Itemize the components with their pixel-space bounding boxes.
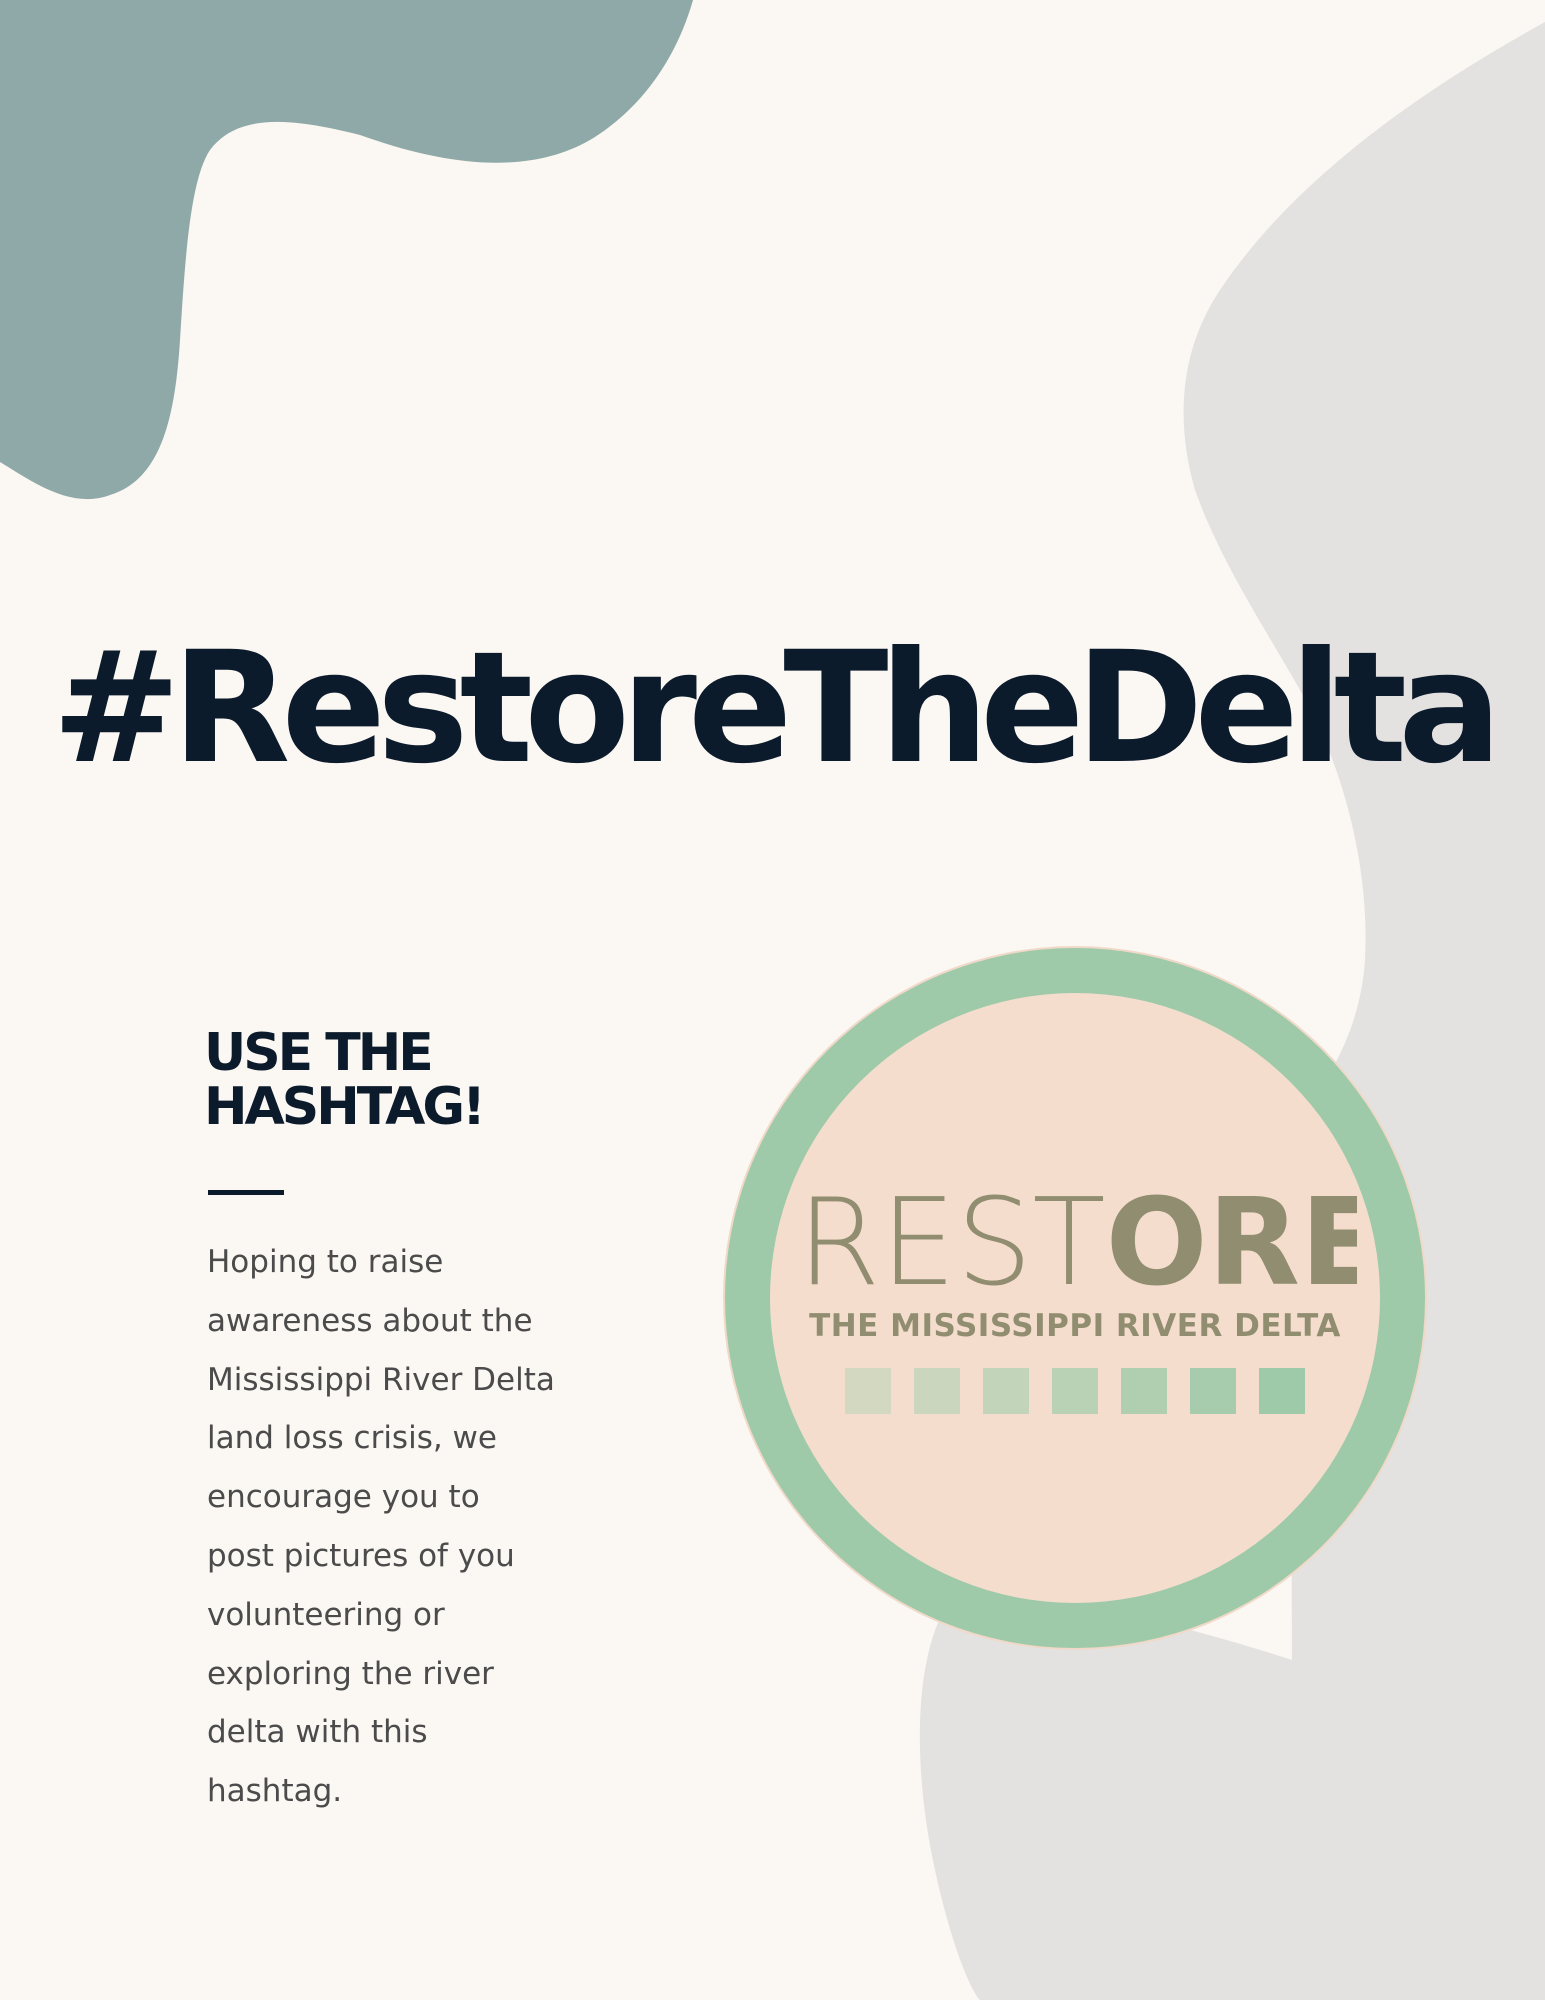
section-heading: USE THE HASHTAG! [204, 1023, 486, 1137]
logo-square [1121, 1368, 1167, 1414]
poster-page: #RestoreTheDelta USE THE HASHTAG! Hoping… [0, 0, 1545, 2000]
body-paragraph: Hoping to raise awareness about the Miss… [207, 1244, 555, 1810]
hashtag-title: #RestoreTheDelta [51, 619, 1502, 798]
logo-square [1190, 1368, 1236, 1414]
logo-square [1259, 1368, 1305, 1414]
logo-face [770, 993, 1380, 1603]
logo-word-bold: ORE [1106, 1184, 1357, 1294]
logo-square [983, 1368, 1029, 1414]
logo-square [914, 1368, 960, 1414]
logo-square [845, 1368, 891, 1414]
logo-square [1052, 1368, 1098, 1414]
svg-text:RESTORE: RESTORE [797, 1184, 1357, 1294]
logo-square-row [845, 1368, 1305, 1416]
heading-divider [208, 1190, 284, 1195]
logo-wordmark: RESTORE [797, 1184, 1357, 1294]
restore-logo: RESTORE THE MISSISSIPPI RIVER DELTA [725, 948, 1425, 1648]
teal-blob [0, 0, 693, 500]
logo-subtitle: THE MISSISSIPPI RIVER DELTA [809, 1308, 1341, 1344]
logo-word-light: REST [797, 1184, 1106, 1294]
